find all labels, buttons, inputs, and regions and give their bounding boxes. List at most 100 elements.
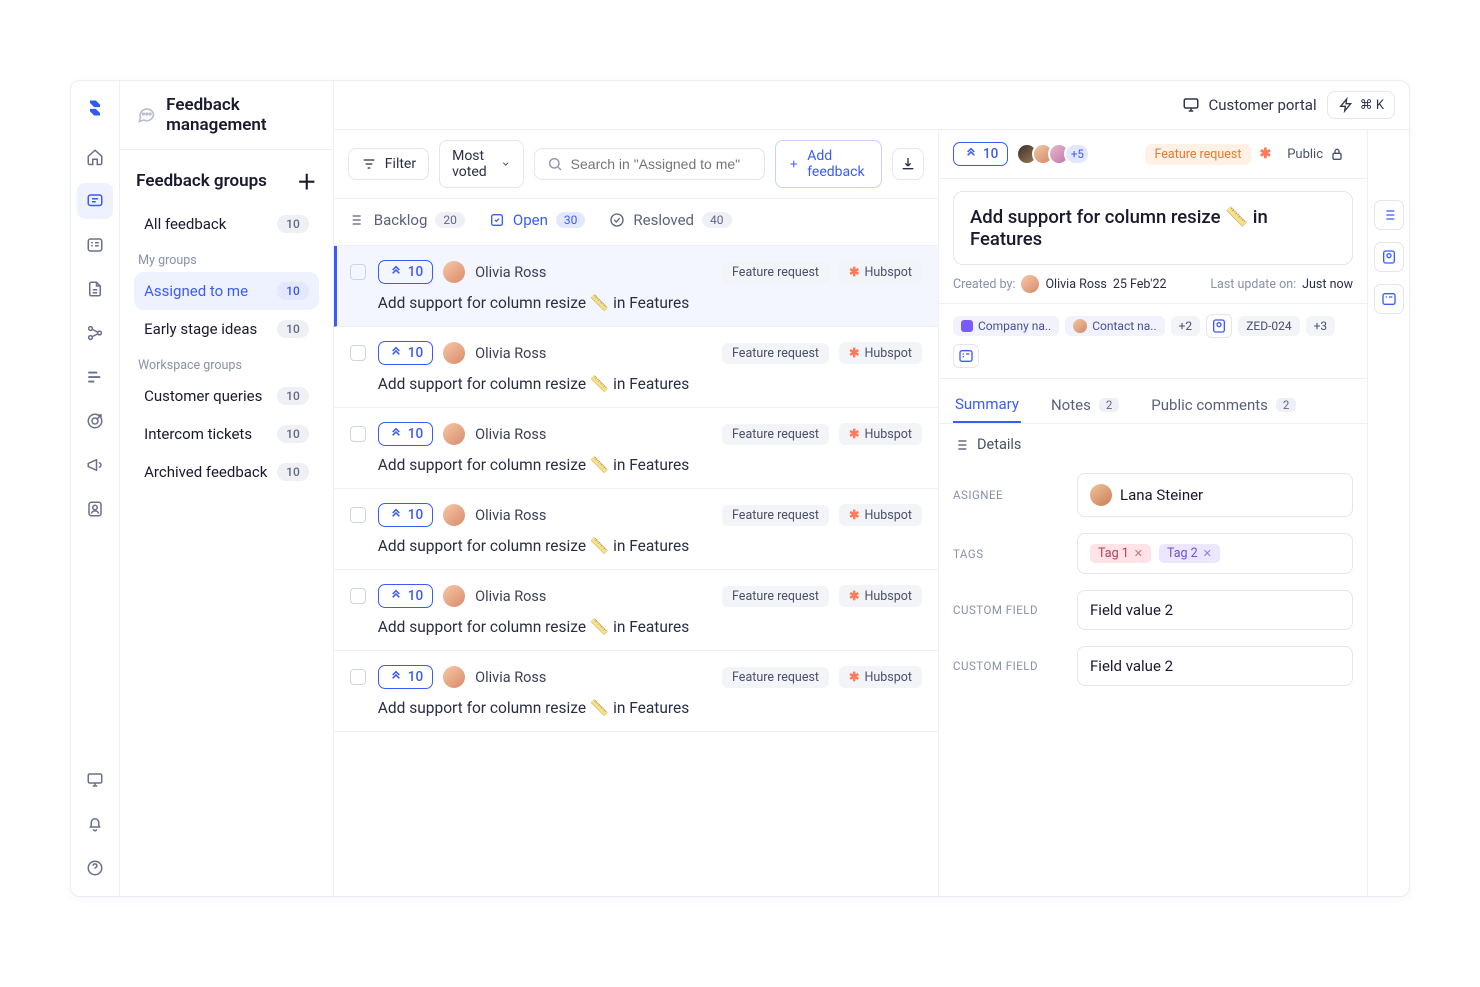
- feedback-card[interactable]: 10 Olivia Ross Feature request ✱Hubspot …: [334, 246, 938, 327]
- feedback-card[interactable]: 10 Olivia Ross Feature request ✱Hubspot …: [334, 651, 938, 732]
- company-chip[interactable]: Company na..: [953, 316, 1059, 336]
- tab-backlog[interactable]: Backlog 20: [350, 211, 465, 233]
- card-title: Add support for column resize 📏 in Featu…: [378, 294, 922, 312]
- source-chip: ✱Hubspot: [839, 666, 922, 688]
- filter-button[interactable]: Filter: [348, 148, 429, 180]
- contact-chip[interactable]: Contact na..: [1065, 316, 1164, 336]
- detail-panel: 10 +5 Feature request ✱ Public: [939, 130, 1409, 896]
- voter-avatars[interactable]: +5: [1016, 143, 1090, 165]
- vote-button[interactable]: 10: [378, 341, 433, 365]
- card-checkbox[interactable]: [350, 426, 366, 442]
- assignee-select[interactable]: Lana Steiner: [1077, 473, 1353, 517]
- tags-input[interactable]: Tag 1✕ Tag 2✕: [1077, 533, 1353, 574]
- nav-help-icon[interactable]: [77, 850, 113, 886]
- card-title: Add support for column resize 📏 in Featu…: [378, 699, 922, 717]
- more-zed-chip[interactable]: +3: [1306, 316, 1336, 336]
- nav-roadmap-icon[interactable]: [77, 359, 113, 395]
- sidebar-item-assigned[interactable]: Assigned to me 10: [134, 272, 319, 310]
- card-checkbox[interactable]: [350, 669, 366, 685]
- link-contact-button[interactable]: [1206, 314, 1232, 338]
- remove-tag-icon[interactable]: ✕: [1134, 547, 1143, 560]
- sidebar-item-queries[interactable]: Customer queries 10: [134, 377, 319, 415]
- tab-public-comments[interactable]: Public comments2: [1149, 388, 1298, 422]
- link-feature-button[interactable]: [953, 344, 979, 368]
- ruler-icon: 📏: [1225, 206, 1248, 228]
- feedback-card[interactable]: 10 Olivia Ross Feature request ✱Hubspot …: [334, 570, 938, 651]
- vote-button[interactable]: 10: [378, 665, 433, 689]
- card-checkbox[interactable]: [350, 507, 366, 523]
- add-group-button[interactable]: ＋: [297, 166, 317, 195]
- nav-share-icon[interactable]: [77, 315, 113, 351]
- linked-records: Company na.. Contact na.. +2 ZED-024 +3: [939, 304, 1367, 379]
- custom-field-input[interactable]: Field value 2: [1077, 646, 1353, 686]
- nav-feedback-icon[interactable]: [77, 183, 113, 219]
- avatars-more[interactable]: +5: [1064, 143, 1090, 165]
- author-name: Olivia Ross: [475, 669, 546, 686]
- import-button[interactable]: [892, 148, 924, 180]
- detail-title[interactable]: Add support for column resize 📏 in Featu…: [953, 191, 1353, 265]
- vote-button[interactable]: 10: [378, 503, 433, 527]
- nav-home-icon[interactable]: [77, 139, 113, 175]
- sidebar-item-early[interactable]: Early stage ideas 10: [134, 310, 319, 348]
- feedback-card[interactable]: 10 Olivia Ross Feature request ✱Hubspot …: [334, 489, 938, 570]
- more-contacts-chip[interactable]: +2: [1171, 316, 1201, 336]
- detail-tabs: Summary Notes2 Public comments2: [939, 379, 1367, 424]
- sidebar-item-archived[interactable]: Archived feedback 10: [134, 453, 319, 491]
- feedback-card[interactable]: 10 Olivia Ross Feature request ✱Hubspot …: [334, 408, 938, 489]
- search-input[interactable]: [571, 156, 752, 172]
- card-checkbox[interactable]: [350, 345, 366, 361]
- sort-select[interactable]: Most voted: [439, 140, 524, 188]
- add-feedback-button[interactable]: Add feedback: [775, 140, 882, 188]
- topbar: Customer portal ⌘ K: [334, 81, 1409, 130]
- tab-summary[interactable]: Summary: [953, 387, 1021, 423]
- sidebar-group-my: My groups: [134, 243, 319, 272]
- tab-notes[interactable]: Notes2: [1049, 388, 1121, 422]
- detail-vote-button[interactable]: 10: [953, 142, 1008, 166]
- command-palette-button[interactable]: ⌘ K: [1327, 91, 1395, 119]
- visibility-chip[interactable]: Public: [1279, 143, 1353, 165]
- nav-megaphone-icon[interactable]: [77, 447, 113, 483]
- feedback-card[interactable]: 10 Olivia Ross Feature request ✱Hubspot …: [334, 327, 938, 408]
- vote-button[interactable]: 10: [378, 422, 433, 446]
- author-name: Olivia Ross: [475, 264, 546, 281]
- sidebar-item-all[interactable]: All feedback 10: [134, 205, 319, 243]
- remove-tag-icon[interactable]: ✕: [1203, 547, 1212, 560]
- author-name: Olivia Ross: [475, 426, 546, 443]
- source-chip: ✱Hubspot: [839, 342, 922, 364]
- vote-button[interactable]: 10: [378, 584, 433, 608]
- hubspot-icon: ✱: [1259, 146, 1271, 162]
- list-toolbar: Filter Most voted Add feedback: [334, 130, 938, 199]
- nav-document-icon[interactable]: [77, 271, 113, 307]
- zed-chip[interactable]: ZED-024: [1238, 316, 1299, 336]
- tag-chip[interactable]: Tag 2✕: [1159, 544, 1220, 563]
- card-title: Add support for column resize 📏 in Featu…: [378, 456, 922, 474]
- nav-bell-icon[interactable]: [77, 806, 113, 842]
- vote-button[interactable]: 10: [378, 260, 433, 284]
- nav-list-icon[interactable]: [77, 227, 113, 263]
- card-title: Add support for column resize 📏 in Featu…: [378, 375, 922, 393]
- rail-properties-icon[interactable]: [1374, 200, 1404, 230]
- avatar: [443, 504, 465, 526]
- feedback-list-column: Filter Most voted Add feedback: [334, 130, 939, 896]
- rail-contact-icon[interactable]: [1374, 242, 1404, 272]
- search-input-wrapper[interactable]: [534, 148, 765, 180]
- nav-desktop-icon[interactable]: [77, 762, 113, 798]
- rail-feature-icon[interactable]: [1374, 284, 1404, 314]
- card-checkbox[interactable]: [350, 264, 366, 280]
- nav-target-icon[interactable]: [77, 403, 113, 439]
- nav-contact-icon[interactable]: [77, 491, 113, 527]
- product-logo: [78, 91, 112, 125]
- avatar: [1021, 275, 1039, 293]
- search-icon: [547, 156, 563, 172]
- custom-field-input[interactable]: Field value 2: [1077, 590, 1353, 630]
- tab-open[interactable]: Open 30: [489, 211, 585, 233]
- sidebar-header: Feedback management: [120, 81, 333, 150]
- tag-chip[interactable]: Tag 1✕: [1090, 544, 1151, 563]
- card-checkbox[interactable]: [350, 588, 366, 604]
- customer-portal-link[interactable]: Customer portal: [1182, 96, 1316, 114]
- field-custom-1: CUSTOM FIELD Field value 2: [939, 582, 1367, 638]
- card-title: Add support for column resize 📏 in Featu…: [378, 618, 922, 636]
- tab-resolved[interactable]: Resloved 40: [609, 211, 731, 233]
- sidebar-item-intercom[interactable]: Intercom tickets 10: [134, 415, 319, 453]
- tag-chip: Feature request: [722, 343, 829, 364]
